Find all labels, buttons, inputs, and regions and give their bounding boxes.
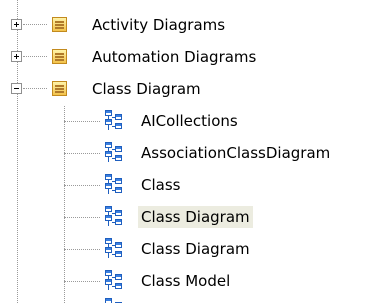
class-diagram-icon bbox=[105, 298, 123, 303]
class-diagram-icon bbox=[105, 238, 123, 258]
class-diagram-icon bbox=[105, 174, 123, 194]
tree-item-label: Automation Diagrams bbox=[92, 48, 257, 66]
tree-item-class-diagram-selected[interactable]: Class Diagram bbox=[0, 202, 380, 232]
class-diagram-icon bbox=[105, 206, 123, 226]
tree-item-automation-diagrams[interactable]: Automation Diagrams bbox=[0, 42, 380, 72]
package-icon bbox=[52, 17, 67, 32]
tree-item-label: Class Diagram bbox=[138, 206, 253, 228]
tree-item-label: Class Diagram bbox=[92, 80, 201, 98]
tree-item-class[interactable]: Class bbox=[0, 170, 380, 200]
class-diagram-icon bbox=[105, 142, 123, 162]
tree-item-activity-diagrams[interactable]: Activity Diagrams bbox=[0, 10, 380, 40]
tree-item-label: Class bbox=[141, 176, 181, 194]
tree-item-label: AssociationClassDiagram bbox=[141, 144, 331, 162]
tree-item-class-diagram-package[interactable]: Class Diagram bbox=[0, 74, 380, 104]
tree-item-associationclassdiagram[interactable]: AssociationClassDiagram bbox=[0, 138, 380, 168]
tree-item-label: AICollections bbox=[141, 112, 238, 130]
collapse-minus-icon[interactable] bbox=[11, 83, 22, 94]
expand-plus-icon[interactable] bbox=[11, 19, 22, 30]
tree-item-aicollections[interactable]: AICollections bbox=[0, 106, 380, 136]
class-diagram-icon bbox=[105, 270, 123, 290]
tree-item-class-diagram[interactable]: Class Diagram bbox=[0, 234, 380, 264]
class-diagram-icon bbox=[105, 110, 123, 130]
tree-item-label: Class Diagram bbox=[141, 240, 250, 258]
package-icon bbox=[52, 49, 67, 64]
tree-item-label: Class Model bbox=[141, 272, 231, 290]
expand-plus-icon[interactable] bbox=[11, 51, 22, 62]
diagram-tree: Activity Diagrams Automation Diagrams Cl… bbox=[0, 0, 380, 303]
tree-item-label: Activity Diagrams bbox=[92, 16, 226, 34]
tree-item-class-model[interactable]: Class Model bbox=[0, 266, 380, 296]
package-icon bbox=[52, 81, 67, 96]
